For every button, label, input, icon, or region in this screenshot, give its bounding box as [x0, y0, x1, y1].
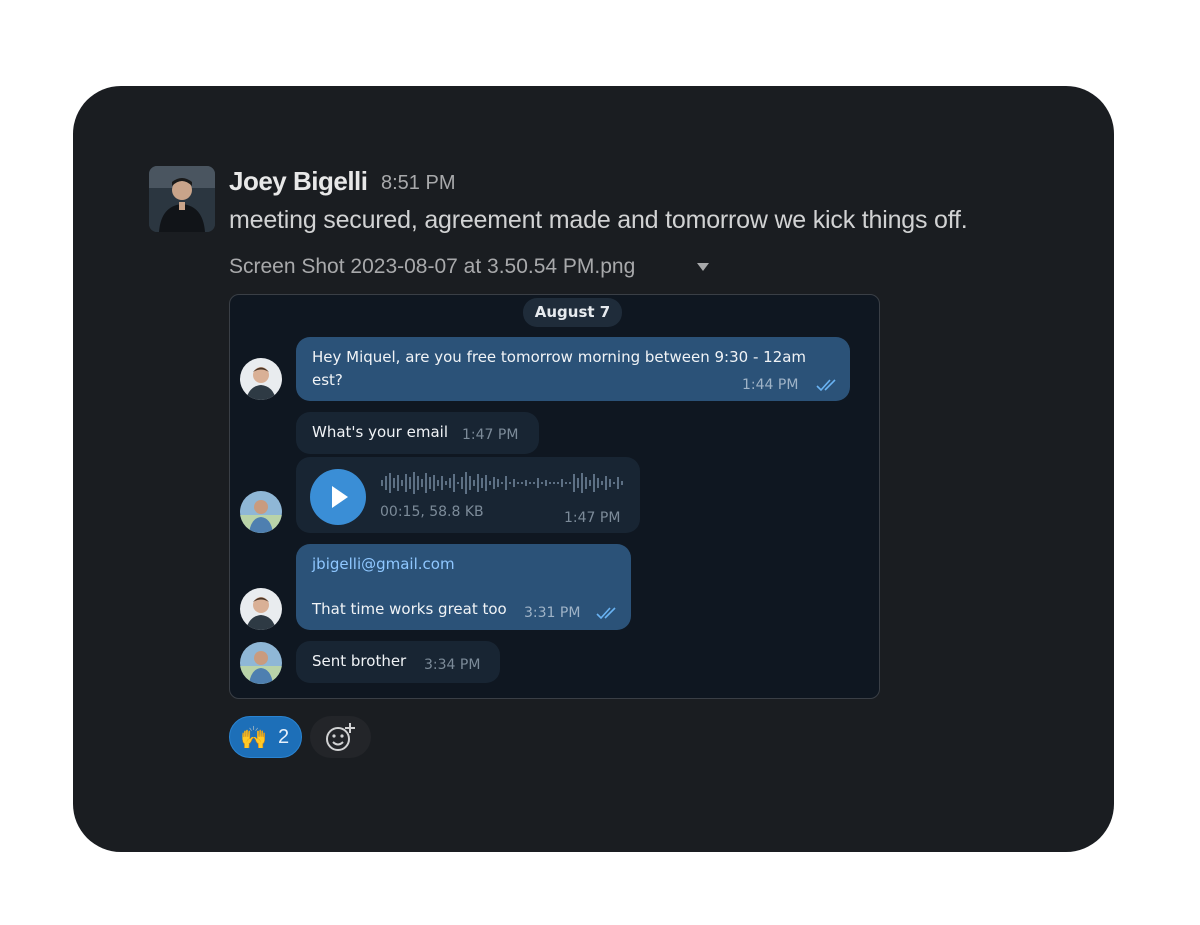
play-button[interactable]: [310, 469, 366, 525]
author-avatar[interactable]: [149, 166, 215, 232]
date-separator: August 7: [523, 298, 622, 327]
message-text: What's your email: [312, 423, 448, 441]
message-time: 1:47 PM: [564, 510, 621, 526]
message-bubble: What's your email 1:47 PM: [296, 412, 539, 454]
message-bubble: jbigelli@gmail.com That time works great…: [296, 544, 631, 630]
attachment-image[interactable]: August 7 Hey Miquel, are you free tomorr…: [229, 294, 880, 699]
voice-meta: 00:15, 58.8 KB: [380, 504, 484, 520]
sender-avatar: [240, 358, 282, 400]
reaction-count: 2: [278, 726, 290, 748]
message-bubble: Hey Miquel, are you free tomorrow mornin…: [296, 337, 850, 401]
message-text: est?: [312, 371, 343, 389]
message-time: 3:31 PM: [524, 605, 581, 621]
waveform[interactable]: [380, 470, 630, 496]
message-text: Sent brother: [312, 652, 407, 670]
play-icon: [332, 486, 348, 508]
message-time: 1:44 PM: [742, 377, 799, 393]
author-name[interactable]: Joey Bigelli: [229, 166, 368, 197]
message-time: 1:47 PM: [462, 427, 519, 443]
message-time: 3:34 PM: [424, 657, 481, 673]
contact-avatar: [240, 642, 282, 684]
add-reaction-button[interactable]: [310, 716, 371, 758]
raised-hands-icon: 🙌: [240, 725, 268, 750]
message-timestamp[interactable]: 8:51 PM: [381, 172, 455, 195]
sender-avatar: [240, 588, 282, 630]
message-bubble: Sent brother 3:34 PM: [296, 641, 500, 683]
contact-avatar: [240, 491, 282, 533]
email-link[interactable]: jbigelli@gmail.com: [312, 555, 455, 573]
message-text: meeting secured, agreement made and tomo…: [229, 206, 968, 234]
double-check-icon: [596, 607, 616, 620]
message-text: That time works great too: [312, 600, 507, 618]
add-reaction-icon: [326, 723, 355, 751]
double-check-icon: [816, 379, 836, 392]
reaction-raised-hands[interactable]: 🙌 2: [229, 716, 302, 758]
caret-down-icon[interactable]: [696, 262, 710, 272]
attachment-name[interactable]: Screen Shot 2023-08-07 at 3.50.54 PM.png: [229, 255, 635, 279]
message-text: Hey Miquel, are you free tomorrow mornin…: [312, 348, 807, 366]
